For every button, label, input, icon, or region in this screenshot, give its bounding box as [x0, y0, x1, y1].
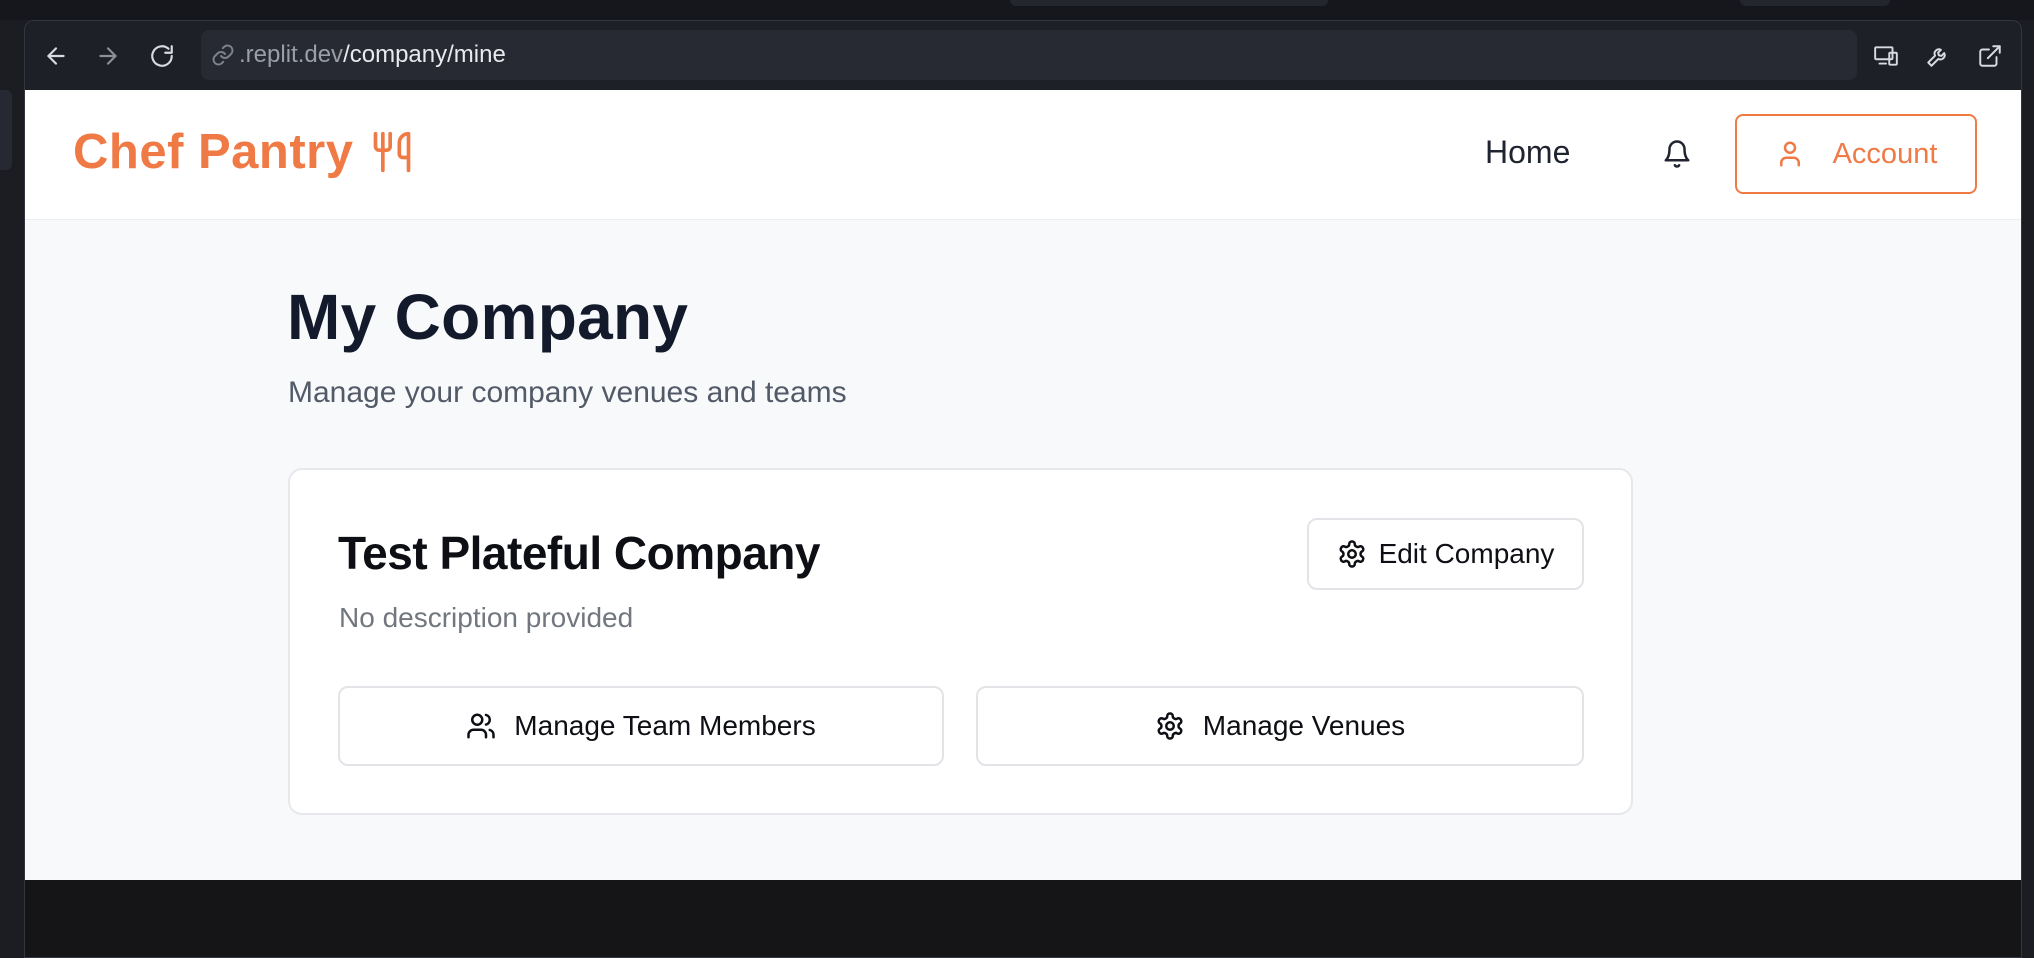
- app-navbar: Chef Pantry Home Account: [25, 90, 2021, 220]
- reload-icon[interactable]: [145, 39, 179, 73]
- edit-company-label: Edit Company: [1378, 538, 1555, 569]
- gear-icon: [1337, 539, 1367, 569]
- external-link-icon[interactable]: [1973, 39, 2007, 73]
- bell-icon[interactable]: [1659, 134, 1695, 174]
- browser-toolbar: .replit.dev/company/mine: [25, 21, 2021, 90]
- nav-home-link[interactable]: Home: [1485, 134, 1570, 171]
- background-tab[interactable]: [1740, 0, 1890, 6]
- os-top-strip: [0, 0, 2034, 20]
- back-arrow-icon[interactable]: [39, 39, 73, 73]
- users-icon: [466, 711, 496, 741]
- company-description: No description provided: [339, 602, 634, 633]
- background-tab[interactable]: [1010, 0, 1328, 6]
- url-domain: .replit.dev: [239, 41, 344, 68]
- manage-venues-button[interactable]: Manage Venues: [976, 686, 1584, 766]
- url-path: /company/mine: [343, 41, 506, 68]
- gear-icon: [1155, 711, 1185, 741]
- browser-window: .replit.dev/company/mine Chef Pantry Hom…: [24, 20, 2022, 958]
- company-name: Test Plateful Company: [338, 527, 820, 579]
- side-panel-edge: [0, 90, 12, 170]
- link-icon: [211, 43, 235, 67]
- page-title: My Company: [287, 281, 689, 353]
- brand-name: Chef Pantry: [73, 125, 354, 179]
- company-card: Test Plateful Company No description pro…: [288, 468, 1633, 815]
- app-page: Chef Pantry Home Account My Company Mana…: [25, 90, 2021, 880]
- manage-team-members-button[interactable]: Manage Team Members: [338, 686, 944, 766]
- user-icon: [1775, 139, 1805, 169]
- manage-team-members-label: Manage Team Members: [514, 710, 816, 741]
- page-subtitle: Manage your company venues and teams: [288, 376, 847, 409]
- wrench-icon[interactable]: [1921, 39, 1955, 73]
- utensils-icon: [370, 130, 414, 174]
- manage-venues-label: Manage Venues: [1202, 710, 1406, 741]
- page-footer-area: [25, 880, 2021, 957]
- edit-company-button[interactable]: Edit Company: [1307, 518, 1584, 590]
- brand-logo[interactable]: Chef Pantry: [73, 124, 414, 180]
- account-button[interactable]: Account: [1735, 114, 1977, 194]
- address-bar[interactable]: .replit.dev/company/mine: [201, 30, 1857, 80]
- devices-icon[interactable]: [1869, 39, 1903, 73]
- account-label: Account: [1832, 137, 1938, 170]
- forward-arrow-icon[interactable]: [91, 39, 125, 73]
